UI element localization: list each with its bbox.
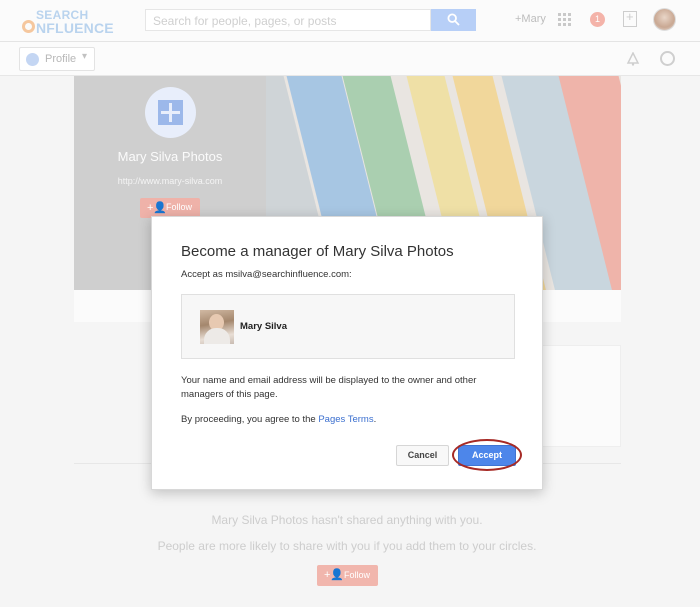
- side-card: [542, 345, 621, 447]
- selected-account-card: Mary Silva: [181, 294, 515, 359]
- page-url[interactable]: http://www.mary-silva.com: [74, 176, 266, 186]
- profile-person-icon: [26, 53, 39, 66]
- cover-follow-label: Follow: [166, 202, 193, 212]
- become-manager-dialog: Become a manager of Mary Silva Photos Ac…: [151, 216, 543, 490]
- search-icon: [447, 13, 460, 26]
- top-bar: SEARCH NFLUENCE Search for people, pages…: [0, 0, 700, 42]
- follow-button-label: Follow: [344, 570, 371, 580]
- cancel-button[interactable]: Cancel: [396, 445, 449, 466]
- add-person-icon: +👤: [324, 569, 345, 581]
- page-avatar-icon: [145, 87, 196, 138]
- dialog-terms-text: By proceeding, you agree to the Pages Te…: [181, 414, 376, 425]
- add-person-icon: +👤: [147, 202, 168, 214]
- user-avatar: [200, 310, 234, 344]
- pages-terms-link[interactable]: Pages Terms: [318, 414, 373, 425]
- search-influence-logo[interactable]: SEARCH NFLUENCE: [22, 8, 126, 36]
- notification-badge[interactable]: 1: [590, 12, 605, 27]
- profile-dropdown-label: Profile: [45, 53, 77, 65]
- terms-suffix: .: [373, 414, 377, 425]
- page-name[interactable]: Mary Silva Photos: [74, 149, 266, 164]
- empty-state-message: Mary Silva Photos hasn't shared anything…: [211, 513, 483, 527]
- terms-prefix: By proceeding, you agree to the: [181, 414, 319, 425]
- cover-follow-button[interactable]: +👤 Follow: [140, 198, 200, 218]
- search-button[interactable]: [431, 9, 476, 31]
- user-name: Mary Silva: [240, 321, 287, 332]
- share-plus-icon[interactable]: +: [623, 9, 637, 27]
- search-input[interactable]: Search for people, pages, or posts: [145, 9, 431, 31]
- profile-dropdown[interactable]: Profile ▾: [19, 47, 95, 71]
- logo-mark-icon: [22, 20, 35, 33]
- sub-navigation-bar: Profile ▾: [0, 42, 700, 76]
- chevron-down-icon: ▾: [82, 51, 88, 62]
- user-profile-link[interactable]: +Mary: [515, 13, 546, 25]
- dialog-info-text: Your name and email address will be disp…: [181, 375, 477, 400]
- bell-icon[interactable]: [626, 52, 640, 66]
- dialog-title: Become a manager of Mary Silva Photos: [181, 243, 454, 260]
- logo-text-bottom: NFLUENCE: [36, 20, 114, 36]
- apps-grid-icon[interactable]: [558, 13, 571, 26]
- empty-state-hint: People are more likely to share with you…: [157, 539, 537, 553]
- follow-button[interactable]: +👤 Follow: [317, 565, 378, 586]
- dialog-accept-as: Accept as msilva@searchinfluence.com:: [181, 269, 352, 280]
- hangouts-icon[interactable]: [660, 51, 675, 66]
- account-avatar[interactable]: [653, 8, 676, 31]
- accept-highlight-ring: [452, 439, 522, 471]
